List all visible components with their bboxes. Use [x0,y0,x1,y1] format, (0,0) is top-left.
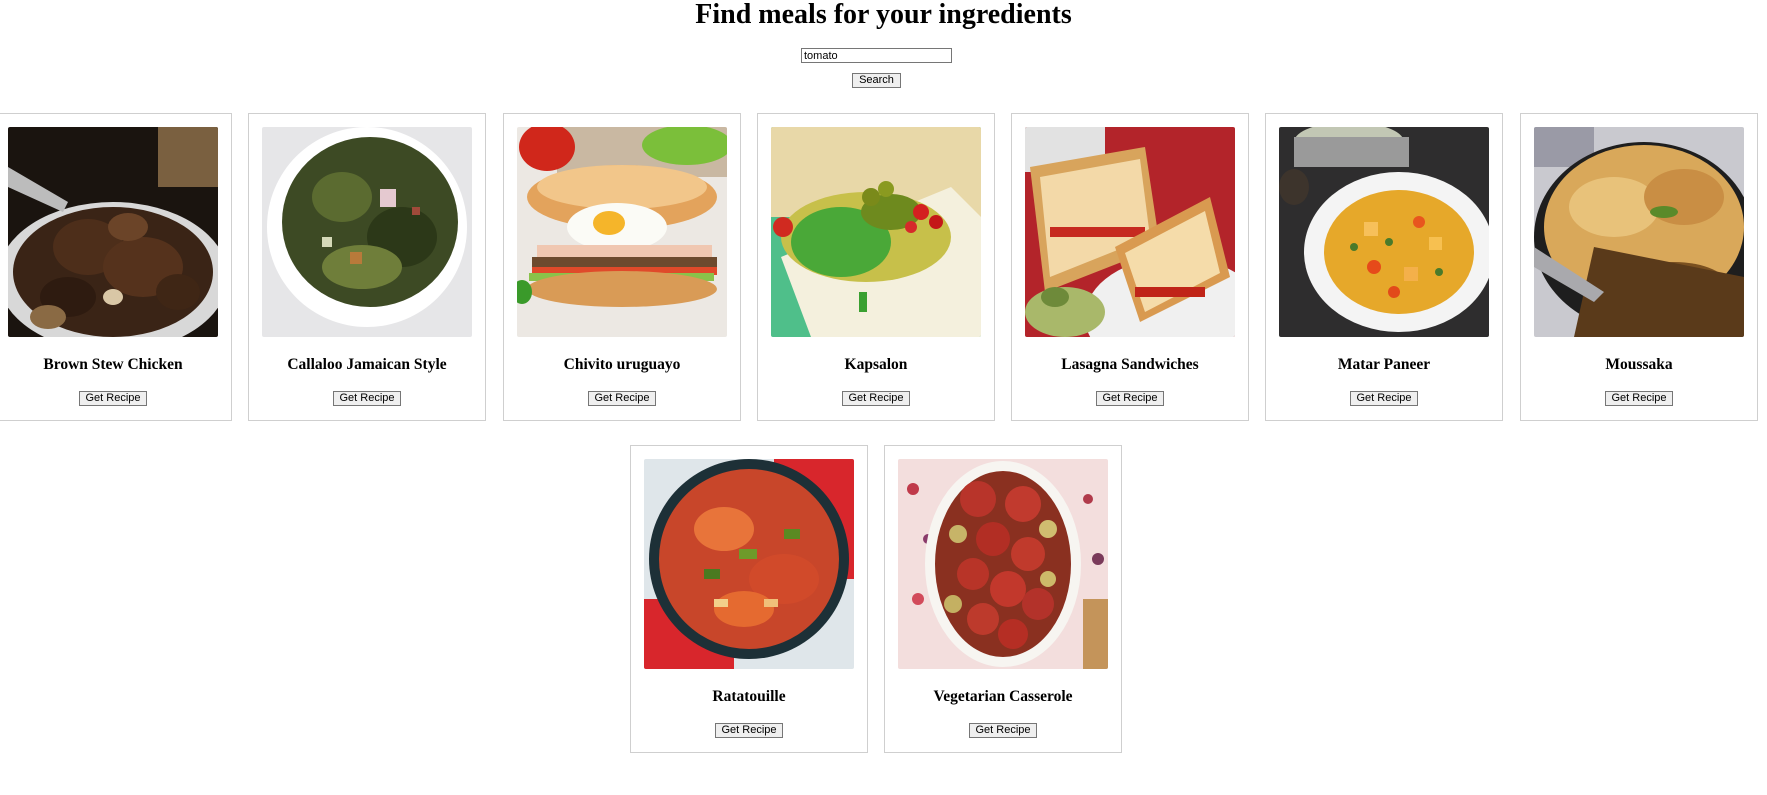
get-recipe-button[interactable]: Get Recipe [1350,391,1418,406]
get-recipe-button[interactable]: Get Recipe [588,391,656,406]
page-title: Find meals for your ingredients [695,0,1072,30]
get-recipe-button[interactable]: Get Recipe [1605,391,1673,406]
meal-card: Vegetarian Casserole Get Recipe [884,445,1122,753]
meal-name: Vegetarian Casserole [933,688,1073,705]
meal-card: Lasagna Sandwiches Get Recipe [1011,113,1249,421]
meal-card: Moussaka Get Recipe [1520,113,1758,421]
meal-card: Kapsalon Get Recipe [757,113,995,421]
meal-image-vegetarian-casserole[interactable] [898,459,1108,669]
meal-image-lasagna-sandwiches[interactable] [1025,127,1235,337]
search-button[interactable]: Search [852,73,901,88]
get-recipe-button[interactable]: Get Recipe [842,391,910,406]
meal-image-callaloo-jamaican-style[interactable] [262,127,472,337]
meal-name: Chivito uruguayo [563,356,681,373]
meal-name: Lasagna Sandwiches [1061,356,1199,373]
meal-image-moussaka[interactable] [1534,127,1744,337]
meal-image-chivito-uruguayo[interactable] [517,127,727,337]
meal-card: Chivito uruguayo Get Recipe [503,113,741,421]
meal-name: Ratatouille [712,688,786,705]
meal-card: Matar Paneer Get Recipe [1265,113,1503,421]
meal-image-ratatouille[interactable] [644,459,854,669]
meal-image-kapsalon[interactable] [771,127,981,337]
meal-name: Kapsalon [844,356,908,373]
meal-card: Ratatouille Get Recipe [630,445,868,753]
meal-image-brown-stew-chicken[interactable] [8,127,218,337]
get-recipe-button[interactable]: Get Recipe [1096,391,1164,406]
meal-card: Callaloo Jamaican Style Get Recipe [248,113,486,421]
meal-image-matar-paneer[interactable] [1279,127,1489,337]
get-recipe-button[interactable]: Get Recipe [333,391,401,406]
meal-name: Brown Stew Chicken [43,356,183,373]
get-recipe-button[interactable]: Get Recipe [969,723,1037,738]
meal-card: Brown Stew Chicken Get Recipe [0,113,232,421]
meal-name: Moussaka [1605,356,1673,373]
meal-name: Matar Paneer [1337,356,1431,373]
ingredient-search-input[interactable] [801,48,952,63]
get-recipe-button[interactable]: Get Recipe [79,391,147,406]
get-recipe-button[interactable]: Get Recipe [715,723,783,738]
meal-name: Callaloo Jamaican Style [287,356,447,373]
